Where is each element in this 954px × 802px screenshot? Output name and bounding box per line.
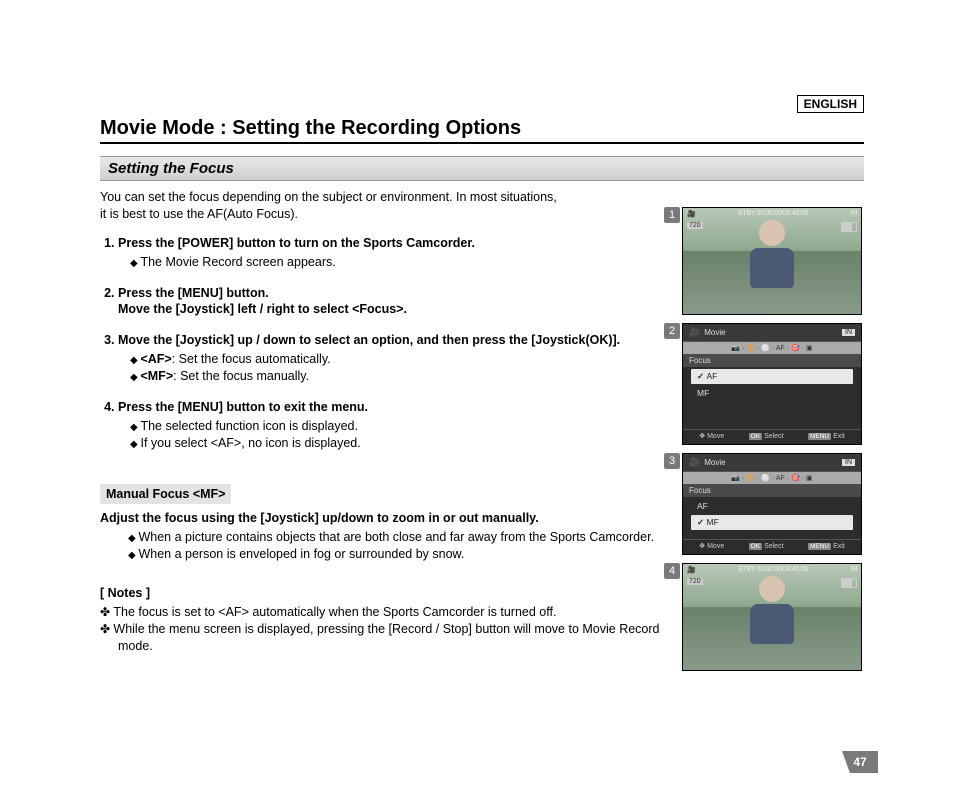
rec-mode-icon: 🎥 (687, 210, 695, 218)
screenshot-1: 1 🎥 STBY 00:00:00/00:40:05 IN 720 (682, 207, 864, 315)
screenshot-4: 4 🎥 STBY 00:00:00/00:40:05 IN 720 (682, 563, 864, 671)
hint-move: ✥ Move (699, 432, 724, 440)
mf-bullet-1: When a picture contains objects that are… (128, 529, 666, 546)
screenshot-number-2: 2 (664, 323, 680, 339)
hint-move: ✥ Move (699, 542, 724, 550)
hint-select: OK Select (749, 432, 784, 440)
step-3-mf: <MF>: Set the focus manually. (130, 368, 666, 385)
screenshot-number-1: 1 (664, 207, 680, 223)
screenshot-2: 2 🎥 Movie IN 📷 · 🔆 · ⚪ · AF · 🎯 · ▣ Focu… (682, 323, 864, 445)
resolution-badge: 720 (687, 222, 703, 229)
menu-section-focus: Focus (683, 484, 861, 497)
screenshots-column: 1 🎥 STBY 00:00:00/00:40:05 IN 720 (682, 187, 864, 679)
menu-item-mf: MF (691, 386, 853, 400)
steps-list: Press the [POWER] button to turn on the … (100, 235, 666, 452)
menu-section-focus: Focus (683, 354, 861, 367)
mf-instruction: Adjust the focus using the [Joystick] up… (100, 510, 666, 527)
hint-exit: MENU Exit (808, 542, 845, 550)
section-title: Setting the Focus (100, 156, 864, 181)
preview-subject (744, 576, 800, 656)
menu-item-af: AF (691, 369, 853, 384)
resolution-badge: 720 (687, 578, 703, 585)
notes-heading: [ Notes ] (100, 585, 666, 602)
movie-mode-icon: 🎥 (689, 457, 700, 468)
note-2: While the menu screen is displayed, pres… (100, 621, 666, 655)
menu-item-mf: MF (691, 515, 853, 530)
note-1: The focus is set to <AF> automatically w… (100, 604, 666, 621)
hint-exit: MENU Exit (808, 432, 845, 440)
step-4-bullet-2: If you select <AF>, no icon is displayed… (130, 435, 666, 452)
notes-list: The focus is set to <AF> automatically w… (100, 604, 666, 655)
intro-text: You can set the focus depending on the s… (100, 189, 666, 223)
hint-select: OK Select (749, 542, 784, 550)
mf-bullet-2: When a person is enveloped in fog or sur… (128, 546, 666, 563)
menu-title: Movie (704, 458, 725, 467)
movie-mode-icon: 🎥 (689, 327, 700, 338)
menu-tab-icons: 📷 · 🔆 · ⚪ · AF · 🎯 · ▣ (683, 342, 861, 354)
step-4-bullet-1: The selected function icon is displayed. (130, 418, 666, 435)
memory-in-badge: IN (842, 459, 855, 466)
screenshot-number-4: 4 (664, 563, 680, 579)
stby-timecode: STBY 00:00:00/00:40:05 (738, 566, 808, 574)
memory-in-badge: IN (842, 329, 855, 336)
preview-subject (744, 220, 800, 300)
step-4: Press the [MENU] button to exit the menu… (118, 399, 666, 452)
menu-title: Movie (704, 328, 725, 337)
step-1: Press the [POWER] button to turn on the … (118, 235, 666, 271)
instruction-column: You can set the focus depending on the s… (100, 187, 666, 679)
step-2: Press the [MENU] button. Move the [Joyst… (118, 285, 666, 319)
mf-subheading: Manual Focus <MF> (100, 484, 231, 505)
battery-icon (841, 222, 857, 232)
rec-mode-icon: 🎥 (687, 566, 695, 574)
memory-in-badge: IN (851, 566, 857, 574)
menu-item-af: AF (691, 499, 853, 513)
stby-timecode: STBY 00:00:00/00:40:05 (738, 210, 808, 218)
chapter-title: Movie Mode : Setting the Recording Optio… (100, 117, 864, 144)
step-3: Move the [Joystick] up / down to select … (118, 332, 666, 385)
page-number: 47 (842, 751, 878, 773)
screenshot-number-3: 3 (664, 453, 680, 469)
menu-tab-icons: 📷 · 🔆 · ⚪ · AF · 🎯 · ▣ (683, 472, 861, 484)
memory-in-badge: IN (851, 210, 857, 218)
step-1-bullet: The Movie Record screen appears. (130, 254, 666, 271)
battery-icon (841, 578, 857, 588)
screenshot-3: 3 🎥 Movie IN 📷 · 🔆 · ⚪ · AF · 🎯 · ▣ Focu… (682, 453, 864, 555)
step-3-af: <AF>: Set the focus automatically. (130, 351, 666, 368)
language-badge: ENGLISH (797, 95, 864, 113)
